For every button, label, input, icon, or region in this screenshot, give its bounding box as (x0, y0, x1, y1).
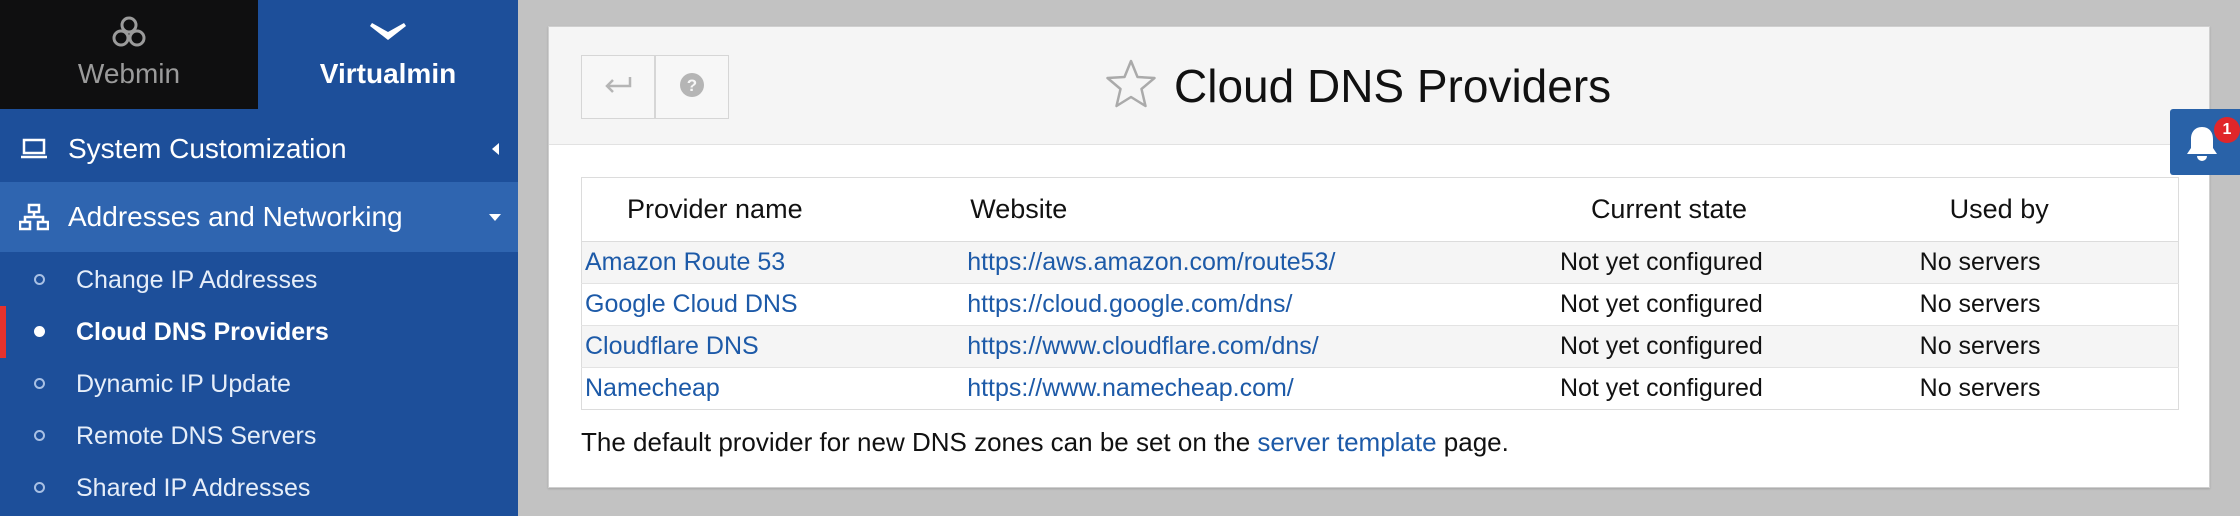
product-switcher: Webmin Virtualmin (0, 0, 518, 109)
submenu-remote-dns-servers[interactable]: Remote DNS Servers (0, 410, 518, 462)
bullet-icon (34, 482, 45, 493)
provider-state: Not yet configured (1549, 283, 1910, 326)
bullet-icon (34, 326, 45, 337)
table-row: Amazon Route 53 https://aws.amazon.com/r… (581, 241, 2179, 284)
table-header-row: Provider name Website Current state Used… (581, 177, 2179, 242)
provider-name-link[interactable]: Namecheap (585, 374, 720, 402)
submenu-label: Cloud DNS Providers (76, 317, 329, 346)
provider-used-by: No servers (1909, 241, 2179, 284)
table-row: Google Cloud DNS https://cloud.google.co… (581, 283, 2179, 326)
submenu-label: Remote DNS Servers (76, 421, 317, 450)
footer-text-after: page. (1436, 427, 1509, 457)
provider-state: Not yet configured (1549, 325, 1910, 368)
provider-name-link[interactable]: Google Cloud DNS (585, 290, 798, 318)
question-circle-icon: ? (679, 72, 705, 103)
help-button[interactable]: ? (655, 55, 729, 119)
footer-note: The default provider for new DNS zones c… (581, 427, 1509, 458)
provider-website-link[interactable]: https://cloud.google.com/dns/ (967, 290, 1292, 318)
submenu-change-ip-addresses[interactable]: Change IP Addresses (0, 254, 518, 306)
menu-addresses-networking-label: Addresses and Networking (68, 201, 403, 232)
svg-text:?: ? (687, 76, 697, 95)
submenu-cloud-dns-providers[interactable]: Cloud DNS Providers (0, 306, 518, 358)
virtualmin-tab[interactable]: Virtualmin (258, 0, 518, 109)
menu-system-customization[interactable]: System Customization (0, 118, 518, 180)
page-title: Cloud DNS Providers (1174, 60, 1612, 112)
col-header-current-state[interactable]: Current state (1549, 177, 1910, 242)
caret-left-icon (472, 142, 518, 156)
notification-count-badge: 1 (2214, 117, 2240, 143)
active-item-marker (0, 306, 6, 358)
submenu-dynamic-ip-update[interactable]: Dynamic IP Update (0, 358, 518, 410)
webmin-tab[interactable]: Webmin (0, 0, 258, 109)
provider-website-link[interactable]: https://www.cloudflare.com/dns/ (967, 332, 1319, 360)
provider-used-by: No servers (1909, 325, 2179, 368)
bullet-icon (34, 274, 45, 285)
provider-used-by: No servers (1909, 283, 2179, 326)
server-template-link[interactable]: server template (1257, 427, 1436, 457)
notifications-button[interactable]: 1 (2170, 109, 2240, 175)
table-row: Cloudflare DNS https://www.cloudflare.co… (581, 325, 2179, 368)
virtualmin-label: Virtualmin (319, 58, 457, 89)
footer-text-before: The default provider for new DNS zones c… (581, 427, 1258, 457)
network-icon (0, 203, 68, 231)
col-header-used-by[interactable]: Used by (1909, 177, 2179, 242)
provider-name-link[interactable]: Amazon Route 53 (585, 248, 785, 276)
laptop-icon (0, 138, 68, 160)
submenu-shared-ip-addresses[interactable]: Shared IP Addresses (0, 462, 518, 514)
title-area: Cloud DNS Providers (1104, 53, 1611, 119)
menu-addresses-networking[interactable]: Addresses and Networking (0, 182, 518, 252)
submenu-label: Change IP Addresses (76, 265, 318, 294)
content-panel: ? Cloud DNS Providers Provider name Webs… (548, 26, 2210, 488)
providers-table: Provider name Website Current state Used… (581, 177, 2179, 410)
webmin-logo-icon (111, 12, 147, 52)
submenu-label: Dynamic IP Update (76, 369, 291, 398)
provider-website-link[interactable]: https://www.namecheap.com/ (967, 374, 1294, 402)
submenu-label: Shared IP Addresses (76, 473, 311, 502)
panel-header: ? Cloud DNS Providers (549, 27, 2209, 145)
back-button[interactable] (581, 55, 655, 119)
col-header-website[interactable]: Website (967, 177, 1550, 242)
provider-state: Not yet configured (1549, 367, 1910, 410)
provider-name-link[interactable]: Cloudflare DNS (585, 332, 759, 360)
star-favorite-icon[interactable] (1104, 58, 1158, 115)
table-row: Namecheap https://www.namecheap.com/ Not… (581, 367, 2179, 410)
col-header-provider-name[interactable]: Provider name (581, 177, 968, 242)
provider-website-link[interactable]: https://aws.amazon.com/route53/ (967, 248, 1335, 276)
bullet-icon (34, 378, 45, 389)
caret-down-icon (472, 212, 518, 222)
webmin-label: Webmin (77, 58, 181, 89)
menu-system-customization-label: System Customization (68, 133, 347, 164)
sidebar: Webmin Virtualmin System Customization A… (0, 0, 518, 516)
provider-state: Not yet configured (1549, 241, 1910, 284)
return-arrow-icon (603, 75, 633, 100)
virtualmin-logo-icon (368, 12, 408, 52)
provider-used-by: No servers (1909, 367, 2179, 410)
bullet-icon (34, 430, 45, 441)
